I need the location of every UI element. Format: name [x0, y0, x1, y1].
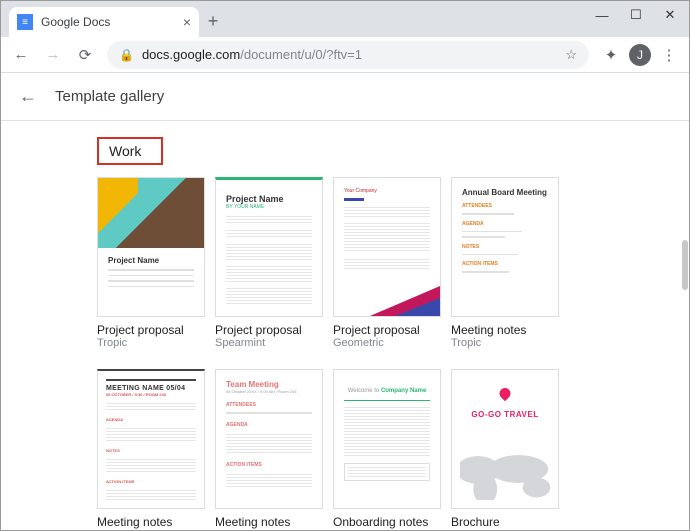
thumb-text: Project Name [108, 256, 194, 265]
template-grid: Project Name Project proposal Tropic Pro… [97, 177, 663, 530]
template-thumbnail: Project Name [97, 177, 205, 317]
template-title: Project proposal [97, 323, 205, 337]
thumb-text: MEETING NAME 05/04 [106, 385, 196, 392]
forward-button[interactable]: → [39, 41, 67, 69]
template-title: Brochure [451, 515, 559, 529]
maximize-button[interactable]: ☐ [621, 2, 651, 28]
template-title: Project proposal [333, 323, 441, 337]
url-host: docs.google.com [142, 47, 240, 62]
template-thumbnail: Team Meeting 05 October 20XX / 9:00 AM /… [215, 369, 323, 509]
template-card[interactable]: Your Company Project proposal Geometric [333, 177, 441, 349]
template-title: Meeting notes [215, 515, 323, 529]
template-thumbnail: MEETING NAME 05/04 05 OCTOBER / 9:30 / R… [97, 369, 205, 509]
template-title: Meeting notes [451, 323, 559, 337]
close-tab-icon[interactable]: × [183, 14, 191, 30]
url-path: /document/u/0/?ftv=1 [240, 47, 362, 62]
section-label-work: Work [97, 137, 163, 165]
template-card[interactable]: Project Name BY YOUR NAME Project propos… [215, 177, 323, 349]
browser-tab-strip: ≡ Google Docs × + — ☐ ✕ [1, 1, 689, 37]
template-card[interactable]: Project Name Project proposal Tropic [97, 177, 205, 349]
template-title: Meeting notes [97, 515, 205, 529]
close-window-button[interactable]: ✕ [655, 2, 685, 28]
template-title: Project proposal [215, 323, 323, 337]
reload-button[interactable]: ⟳ [71, 41, 99, 69]
template-thumbnail: Your Company [333, 177, 441, 317]
template-subtitle: Spearmint [215, 337, 323, 349]
bookmark-star-icon[interactable]: ☆ [565, 47, 577, 63]
address-bar[interactable]: 🔒 docs.google.com/document/u/0/?ftv=1 ☆ [107, 41, 589, 69]
tab-title: Google Docs [41, 15, 175, 29]
template-thumbnail: Annual Board Meeting ATTENDEES AGENDA NO… [451, 177, 559, 317]
page-back-arrow-icon[interactable]: ← [19, 86, 37, 107]
template-subtitle: Geometric [333, 337, 441, 349]
window-controls: — ☐ ✕ [587, 1, 685, 29]
back-button[interactable]: ← [7, 41, 35, 69]
template-subtitle: Tropic [451, 337, 559, 349]
template-thumbnail: Welcome to Company Name Welcome to Compa… [333, 369, 441, 509]
template-thumbnail: GO-GO TRAVEL [451, 369, 559, 509]
new-tab-button[interactable]: + [199, 7, 227, 35]
template-subtitle: Coral [215, 529, 323, 530]
template-card[interactable]: Welcome to Company Name Welcome to Compa… [333, 369, 441, 530]
page-header: ← Template gallery [1, 73, 689, 121]
thumb-text: Project Name [226, 194, 312, 204]
thumb-text: Your Company [344, 188, 430, 194]
chrome-menu-icon[interactable]: ⋮ [655, 41, 683, 69]
docs-favicon: ≡ [17, 14, 33, 30]
template-subtitle: Tropic [97, 337, 205, 349]
template-subtitle: Modern Writer [97, 529, 205, 530]
template-gallery: Work Project Name Project proposal Tropi… [1, 121, 689, 530]
template-subtitle: Spearmint [333, 529, 441, 530]
template-card[interactable]: MEETING NAME 05/04 05 OCTOBER / 9:30 / R… [97, 369, 205, 530]
template-thumbnail: Project Name BY YOUR NAME [215, 177, 323, 317]
template-subtitle: Modern Writer [451, 529, 559, 530]
page-title: Template gallery [55, 88, 164, 105]
extensions-icon[interactable]: ✦ [597, 41, 625, 69]
scrollbar-thumb[interactable] [682, 240, 688, 290]
browser-tab[interactable]: ≡ Google Docs × [9, 7, 199, 37]
template-card[interactable]: Team Meeting 05 October 20XX / 9:00 AM /… [215, 369, 323, 530]
browser-toolbar: ← → ⟳ 🔒 docs.google.com/document/u/0/?ft… [1, 37, 689, 73]
lock-icon: 🔒 [119, 48, 134, 62]
thumb-text: GO-GO TRAVEL [452, 410, 558, 419]
minimize-button[interactable]: — [587, 2, 617, 28]
template-card[interactable]: Annual Board Meeting ATTENDEES AGENDA NO… [451, 177, 559, 349]
thumb-text: Team Meeting [226, 380, 312, 389]
template-card[interactable]: GO-GO TRAVEL Brochure Modern Writer [451, 369, 559, 530]
profile-avatar[interactable]: J [629, 44, 651, 66]
thumb-text: Annual Board Meeting [462, 188, 548, 197]
template-title: Onboarding notes [333, 515, 441, 529]
